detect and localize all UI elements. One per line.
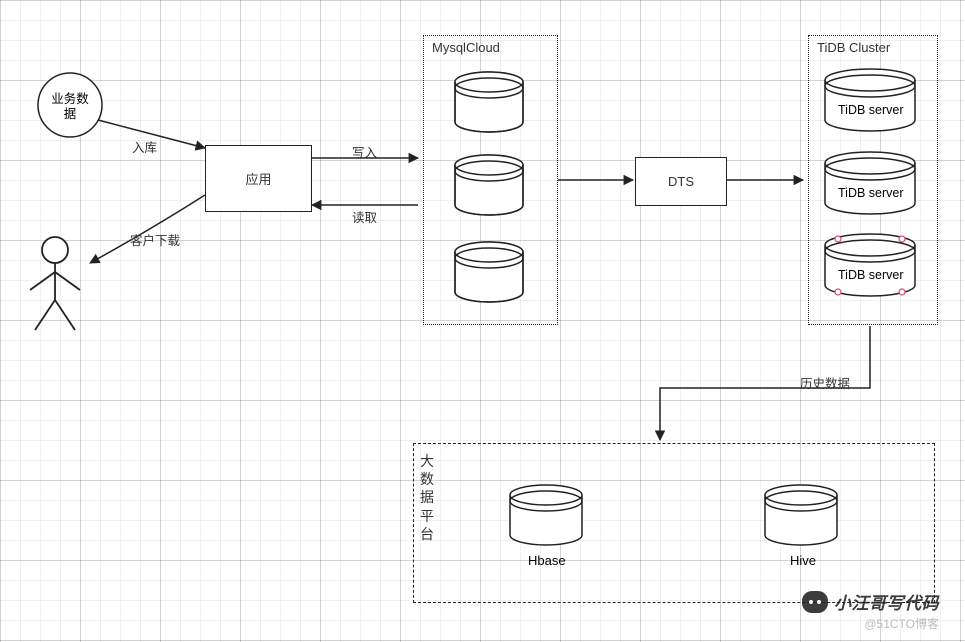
edge-label-history: 历史数据 <box>800 373 850 392</box>
mysqlcloud-group: MysqlCloud <box>423 35 558 325</box>
tidb-cluster-group-label: TiDB Cluster <box>817 40 890 55</box>
tidb-server-label-1: TiDB server <box>838 103 904 117</box>
watermark-site: @51CTO博客 <box>864 615 939 632</box>
mysqlcloud-group-label: MysqlCloud <box>432 40 500 55</box>
hive-label: Hive <box>790 553 816 568</box>
wechat-icon <box>802 591 828 613</box>
app-label: 应用 <box>245 169 271 188</box>
dts-label: DTS <box>668 174 694 189</box>
edge-label-download: 客户下载 <box>130 230 180 249</box>
hbase-label: Hbase <box>528 553 566 568</box>
tidb-server-label-2: TiDB server <box>838 186 904 200</box>
customer-actor <box>30 237 80 330</box>
edge-label-in-storage: 入库 <box>132 137 157 156</box>
tidb-server-label-3: TiDB server <box>838 268 904 282</box>
watermark-author: 小汪哥写代码 <box>802 589 939 614</box>
big-data-platform-label: 大数据平台 <box>420 452 434 543</box>
edge-label-read: 读取 <box>352 207 377 226</box>
dts-box: DTS <box>635 157 727 206</box>
watermark-author-text: 小汪哥写代码 <box>834 589 939 614</box>
edge-download <box>90 195 205 263</box>
app-box: 应用 <box>205 145 312 212</box>
big-data-platform-group: 大数据平台 <box>413 443 935 603</box>
business-data-label: 业务数 据 <box>48 92 92 122</box>
edge-label-write: 写入 <box>352 142 377 161</box>
